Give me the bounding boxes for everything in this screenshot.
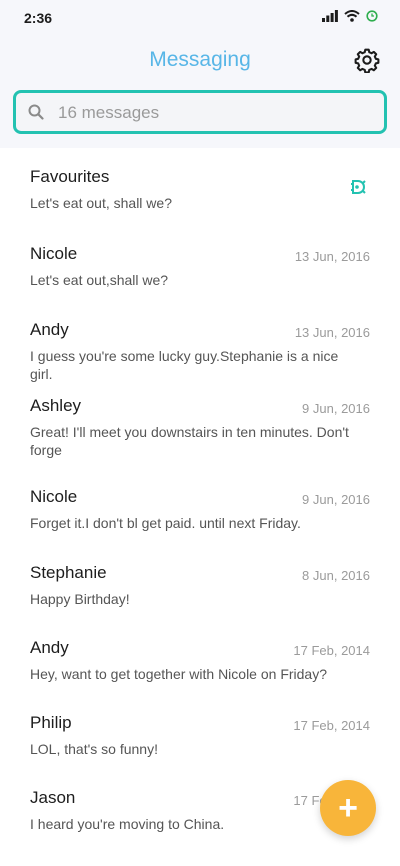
messaging-screen: 2:36 Messaging 16 messages Favourites Le… — [0, 0, 400, 866]
message-date: 17 Feb, 2014 — [293, 643, 370, 658]
new-message-button[interactable]: + — [320, 780, 376, 836]
list-item-message[interactable]: Andy I guess you're some lucky guy.Steph… — [0, 301, 400, 382]
settings-button[interactable] — [354, 47, 380, 74]
list-item-favourites[interactable]: Favourites Let's eat out, shall we? — [0, 148, 400, 225]
list-item-message[interactable]: Stephanie Happy Birthday! 8 Jun, 2016 — [0, 544, 400, 619]
message-preview: I heard you're moving to China. — [30, 816, 225, 832]
list-item-message[interactable]: Nicole Forget it.I don't bl get paid. un… — [0, 468, 400, 544]
status-bar: 2:36 — [0, 0, 400, 36]
signal-icon — [322, 10, 338, 22]
search-input[interactable] — [56, 93, 380, 133]
message-date: 13 Jun, 2016 — [294, 249, 370, 264]
contact-name: Favourites — [30, 167, 110, 186]
wifi-icon — [344, 10, 360, 22]
list-item-message[interactable]: Andy Hey, want to get together with Nico… — [0, 619, 400, 694]
status-icons — [322, 10, 378, 22]
message-preview: Great! I'll meet you downstairs in ten m… — [30, 424, 349, 458]
page-title: Messaging — [149, 48, 251, 71]
gear-icon — [354, 48, 380, 74]
status-time: 2:36 — [24, 10, 53, 26]
list-item-message[interactable]: Ashley Great! I'll meet you downstairs i… — [0, 377, 400, 468]
search-bar[interactable] — [13, 90, 387, 134]
list-item-message[interactable]: Nicole Let's eat out,shall we? 13 Jun, 2… — [0, 225, 400, 301]
message-date: 9 Jun, 2016 — [302, 401, 370, 416]
search-icon — [28, 104, 44, 120]
message-preview: Let's eat out, shall we? — [30, 195, 172, 211]
message-preview: Happy Birthday! — [30, 591, 130, 607]
favourite-bot-icon — [351, 180, 366, 194]
plus-icon: + — [338, 789, 358, 827]
message-preview: Hey, want to get together with Nicole on… — [30, 666, 328, 682]
message-date: 9 Jun, 2016 — [302, 492, 370, 507]
header-area: 2:36 Messaging — [0, 0, 400, 148]
message-preview: LOL, that's so funny! — [30, 741, 158, 757]
message-list: Favourites Let's eat out, shall we? Nico… — [0, 148, 400, 844]
list-item-message[interactable]: Philip LOL, that's so funny! 17 Feb, 201… — [0, 694, 400, 769]
message-date: 13 Jun, 2016 — [294, 325, 370, 340]
message-preview: Let's eat out,shall we? — [30, 272, 169, 288]
message-date: 17 Feb, 2014 — [293, 718, 370, 733]
message-date: 8 Jun, 2016 — [302, 568, 370, 583]
alarm-icon — [366, 10, 378, 22]
message-preview: Forget it.I don't bl get paid. until nex… — [30, 515, 301, 531]
